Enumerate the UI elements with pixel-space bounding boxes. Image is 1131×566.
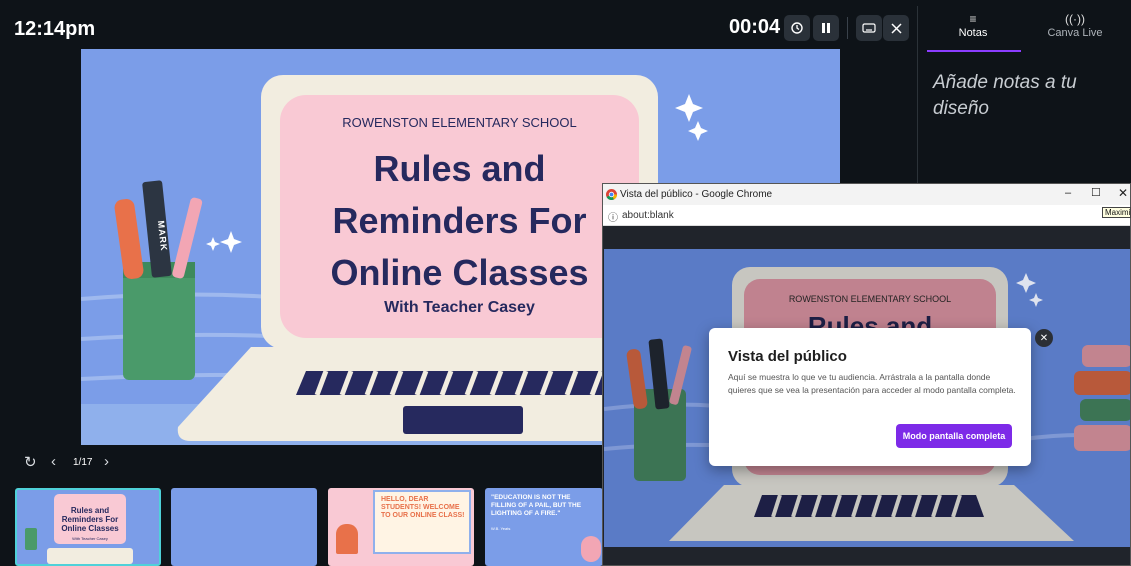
tab-notas-label: Notas <box>958 27 988 39</box>
preview-title: Rules and <box>807 311 933 329</box>
thumbnail-slide-1[interactable]: Rules and Reminders For Online Classes W… <box>15 488 161 566</box>
thumbnail-slide-4[interactable]: "EDUCATION IS NOT THE FILLING OF A PAIL,… <box>485 488 603 566</box>
info-icon[interactable]: ⓘ <box>608 209 618 224</box>
thumbnail-figure <box>581 536 601 562</box>
dialog-close-button[interactable]: ✕ <box>1035 329 1053 347</box>
reset-timer-button[interactable] <box>784 15 810 41</box>
window-title-bar[interactable]: Vista del público - Google Chrome – ☐ ✕ <box>603 184 1130 205</box>
tab-canva-live[interactable]: ((·)) Canva Live <box>1030 12 1120 39</box>
address-bar[interactable]: ⓘ about:blank <box>603 205 1130 226</box>
thumbnail-slide-3[interactable]: HELLO, DEAR STUDENTS! WELCOME TO OUR ONL… <box>328 488 474 566</box>
maximize-button[interactable]: ☐ <box>1091 186 1101 199</box>
slide-title: Rules and Reminders For Online Classes <box>330 148 589 293</box>
window-title: Vista del público - Google Chrome <box>620 189 773 200</box>
tab-canva-live-label: Canva Live <box>1047 27 1103 39</box>
live-broadcast-icon: ((·)) <box>1065 12 1085 26</box>
maximize-tooltip: Maximizar <box>1102 207 1131 218</box>
minimize-button[interactable]: – <box>1065 187 1071 199</box>
close-icon <box>890 22 902 34</box>
previous-slide-icon[interactable]: ‹ <box>51 453 56 470</box>
timer: 00:04 <box>729 16 781 38</box>
preview-school-name: ROWENSTON ELEMENTARY SCHOOL <box>788 294 952 304</box>
history-icon <box>791 22 803 34</box>
restart-icon[interactable]: ↻ <box>24 453 37 471</box>
thumbnail-cup <box>25 528 37 550</box>
thumbnail-slide-2[interactable] <box>171 488 317 566</box>
close-presenter-button[interactable] <box>883 15 909 41</box>
thumbnail-author: W.B. Yeats <box>491 526 511 531</box>
active-tab-indicator <box>927 50 1021 52</box>
pause-icon <box>822 23 830 33</box>
chrome-icon <box>606 189 617 200</box>
dialog-title: Vista del público <box>728 348 847 365</box>
presenter-view: 12:14pm 00:04 ≡ Notas ((·)) Canva Live A… <box>0 0 1131 566</box>
toolbar-divider <box>847 17 848 39</box>
url-text: about:blank <box>622 210 674 221</box>
fullscreen-button[interactable]: Modo pantalla completa <box>896 424 1012 448</box>
tab-notas[interactable]: ≡ Notas <box>928 12 1018 39</box>
thumbnail-laptop-base <box>47 548 133 564</box>
thumbnail-child <box>336 524 358 554</box>
window-close-button[interactable]: ✕ <box>1118 186 1128 200</box>
slide-school-name: ROWENSTON ELEMENTARY SCHOOL <box>342 115 577 130</box>
next-slide-icon[interactable]: › <box>104 453 109 470</box>
page-indicator: 1/17 <box>73 457 93 468</box>
keyboard-shortcuts-button[interactable] <box>856 15 882 41</box>
pause-button[interactable] <box>813 15 839 41</box>
notes-icon: ≡ <box>969 12 977 26</box>
keyboard-icon <box>862 23 876 33</box>
clock: 12:14pm <box>14 18 96 40</box>
close-icon: ✕ <box>1039 332 1049 344</box>
thumbnail-quote: "EDUCATION IS NOT THE FILLING OF A PAIL,… <box>491 494 582 517</box>
notes-input[interactable]: Añade notas a tu diseño <box>933 70 1113 122</box>
slide-subtitle: With Teacher Casey <box>384 299 535 316</box>
audience-view-dialog: Vista del público Aquí se muestra lo que… <box>709 328 1031 466</box>
thumbnail-title: Rules and Reminders For Online Classes <box>61 506 119 533</box>
dialog-body: Aquí se muestra lo que ve tu audiencia. … <box>728 372 1016 395</box>
thumbnail-title: HELLO, DEAR STUDENTS! WELCOME TO OUR ONL… <box>381 496 465 519</box>
thumbnail-subtitle: With Teacher Casey <box>72 536 108 541</box>
